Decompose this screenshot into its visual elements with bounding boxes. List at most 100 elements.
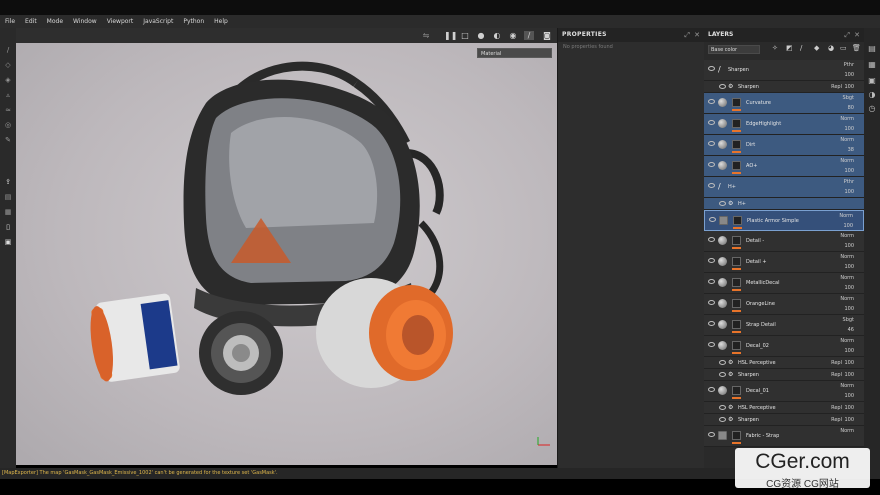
add-effect-icon[interactable]: ✧ bbox=[772, 44, 778, 52]
camera-view-icon[interactable]: ◐ bbox=[492, 31, 502, 40]
blend-mode[interactable]: Repl bbox=[831, 372, 842, 378]
blend-mode[interactable]: Norm bbox=[840, 233, 854, 239]
layer-row[interactable]: Decal_01 Norm 100 bbox=[704, 381, 864, 402]
opacity-value[interactable]: 46 bbox=[848, 327, 854, 333]
render-icon[interactable]: ◉ bbox=[508, 31, 518, 40]
opacity-value[interactable]: 100 bbox=[844, 348, 854, 354]
layer-mask-thumbnail[interactable] bbox=[732, 140, 741, 149]
opacity-value[interactable]: 100 bbox=[844, 72, 854, 78]
layer-row[interactable]: Strap Detail Sbgt 46 bbox=[704, 315, 864, 336]
smudge-icon[interactable]: ≈ bbox=[4, 106, 12, 114]
layer-mask-thumbnail[interactable] bbox=[732, 119, 741, 128]
material-dropdown[interactable]: Material bbox=[477, 48, 552, 58]
visibility-eye-icon[interactable] bbox=[719, 360, 726, 365]
layer-row[interactable]: OrangeLine Norm 100 bbox=[704, 294, 864, 315]
blend-mode[interactable]: Repl bbox=[831, 84, 842, 90]
layer-row[interactable]: Fabric - Strap Norm bbox=[704, 426, 864, 447]
shelf-icon[interactable]: ▣ bbox=[867, 76, 877, 86]
opacity-value[interactable]: 38 bbox=[848, 147, 854, 153]
document-icon[interactable]: ▯ bbox=[4, 223, 12, 231]
visibility-eye-icon[interactable] bbox=[708, 387, 715, 392]
pause-icon[interactable]: ❚❚ bbox=[444, 31, 457, 40]
layer-effect-row[interactable]: ⚙ Sharpen Repl 100 bbox=[704, 81, 864, 93]
layer-row[interactable]: / Sharpen Pthr 100 bbox=[704, 60, 864, 81]
layer-mask-thumbnail[interactable] bbox=[732, 161, 741, 170]
square-view-icon[interactable]: □ bbox=[460, 31, 470, 40]
menu-window[interactable]: Window bbox=[68, 18, 102, 25]
blend-mode[interactable]: Norm bbox=[840, 296, 854, 302]
opacity-value[interactable]: 100 bbox=[844, 306, 854, 312]
blend-mode[interactable]: Norm bbox=[840, 383, 854, 389]
box-icon[interactable]: ▣ bbox=[4, 238, 12, 246]
clone-icon[interactable]: ◎ bbox=[4, 121, 12, 129]
blend-mode[interactable]: Norm bbox=[840, 137, 854, 143]
visibility-eye-icon[interactable] bbox=[719, 417, 726, 422]
opacity-value[interactable]: 100 bbox=[844, 84, 854, 90]
opacity-value[interactable]: 100 bbox=[844, 372, 854, 378]
visibility-eye-icon[interactable] bbox=[708, 120, 715, 125]
visibility-eye-icon[interactable] bbox=[708, 66, 715, 71]
visibility-eye-icon[interactable] bbox=[708, 342, 715, 347]
screenshot-camera-icon[interactable]: ◙ bbox=[542, 31, 552, 40]
blend-mode[interactable]: Repl bbox=[831, 405, 842, 411]
layer-row[interactable]: AO+ Norm 100 bbox=[704, 156, 864, 177]
panel-expand-icon[interactable]: ⤢ bbox=[844, 31, 850, 40]
panel-close-icon[interactable]: ✕ bbox=[854, 31, 860, 39]
add-mask-icon[interactable]: ◩ bbox=[786, 44, 793, 52]
opacity-value[interactable]: 100 bbox=[844, 168, 854, 174]
opacity-value[interactable]: 80 bbox=[848, 105, 854, 111]
layer-row[interactable]: MetallicDecal Norm 100 bbox=[704, 273, 864, 294]
layer-effect-row[interactable]: ⚙ Sharpen Repl 100 bbox=[704, 369, 864, 381]
picker-icon[interactable]: ✎ bbox=[4, 136, 12, 144]
geometry-mask-icon[interactable]: ▵ bbox=[4, 91, 12, 99]
layer-effect-row[interactable]: ⚙ H+ bbox=[704, 198, 864, 210]
visibility-eye-icon[interactable] bbox=[708, 258, 715, 263]
visibility-eye-icon[interactable] bbox=[719, 405, 726, 410]
layer-mask-thumbnail[interactable] bbox=[732, 257, 741, 266]
blend-mode[interactable]: Sbgt bbox=[843, 317, 854, 323]
layer-mask-thumbnail[interactable] bbox=[732, 278, 741, 287]
visibility-eye-icon[interactable] bbox=[708, 183, 715, 188]
sphere-view-icon[interactable]: ● bbox=[476, 31, 486, 40]
layer-row[interactable]: Plastic Armor Simple Norm 100 bbox=[704, 210, 864, 231]
blend-mode[interactable]: Repl bbox=[831, 360, 842, 366]
layer-mask-thumbnail[interactable] bbox=[733, 216, 742, 225]
layer-row[interactable]: EdgeHighlight Norm 100 bbox=[704, 114, 864, 135]
export-icon[interactable]: ⇪ bbox=[4, 178, 12, 186]
layer-mask-thumbnail[interactable] bbox=[732, 236, 741, 245]
panel-close-icon[interactable]: ✕ bbox=[694, 31, 700, 39]
blend-mode[interactable]: Norm bbox=[840, 158, 854, 164]
visibility-eye-icon[interactable] bbox=[719, 201, 726, 206]
blend-mode[interactable]: Pthr bbox=[844, 62, 854, 68]
texture-set-icon[interactable]: ▦ bbox=[867, 60, 877, 70]
layer-row[interactable]: Detail - Norm 100 bbox=[704, 231, 864, 252]
visibility-eye-icon[interactable] bbox=[708, 99, 715, 104]
history-icon[interactable]: ◷ bbox=[867, 104, 877, 114]
display-settings-icon[interactable]: ◑ bbox=[867, 90, 877, 100]
layer-row[interactable]: / H+ Pthr 100 bbox=[704, 177, 864, 198]
menu-edit[interactable]: Edit bbox=[20, 18, 42, 25]
blend-mode[interactable]: Norm bbox=[839, 213, 853, 219]
delete-layer-icon[interactable]: 🗑 bbox=[852, 44, 861, 52]
opacity-value[interactable]: 100 bbox=[844, 126, 854, 132]
opacity-value[interactable]: 100 bbox=[844, 417, 854, 423]
layer-mask-thumbnail[interactable] bbox=[732, 299, 741, 308]
opacity-value[interactable]: 100 bbox=[844, 243, 854, 249]
add-paint-layer-icon[interactable]: / bbox=[800, 44, 802, 52]
visibility-eye-icon[interactable] bbox=[708, 162, 715, 167]
opacity-value[interactable]: 100 bbox=[844, 264, 854, 270]
menu-javascript[interactable]: JavaScript bbox=[138, 18, 178, 25]
layer-effect-row[interactable]: ⚙ HSL Perceptive Repl 100 bbox=[704, 357, 864, 369]
layer-mask-thumbnail[interactable] bbox=[732, 320, 741, 329]
blend-mode[interactable]: Norm bbox=[840, 254, 854, 260]
eraser-icon[interactable]: ◇ bbox=[4, 61, 12, 69]
blend-mode[interactable]: Sbgt bbox=[843, 95, 854, 101]
layer-row[interactable]: Detail + Norm 100 bbox=[704, 252, 864, 273]
opacity-value[interactable]: 100 bbox=[844, 189, 854, 195]
layer-mask-thumbnail[interactable] bbox=[732, 386, 741, 395]
menu-viewport[interactable]: Viewport bbox=[102, 18, 139, 25]
visibility-eye-icon[interactable] bbox=[708, 279, 715, 284]
projection-icon[interactable]: ◈ bbox=[4, 76, 12, 84]
paint-brush-icon[interactable]: / bbox=[4, 46, 12, 54]
layer-row[interactable]: Decal_02 Norm 100 bbox=[704, 336, 864, 357]
